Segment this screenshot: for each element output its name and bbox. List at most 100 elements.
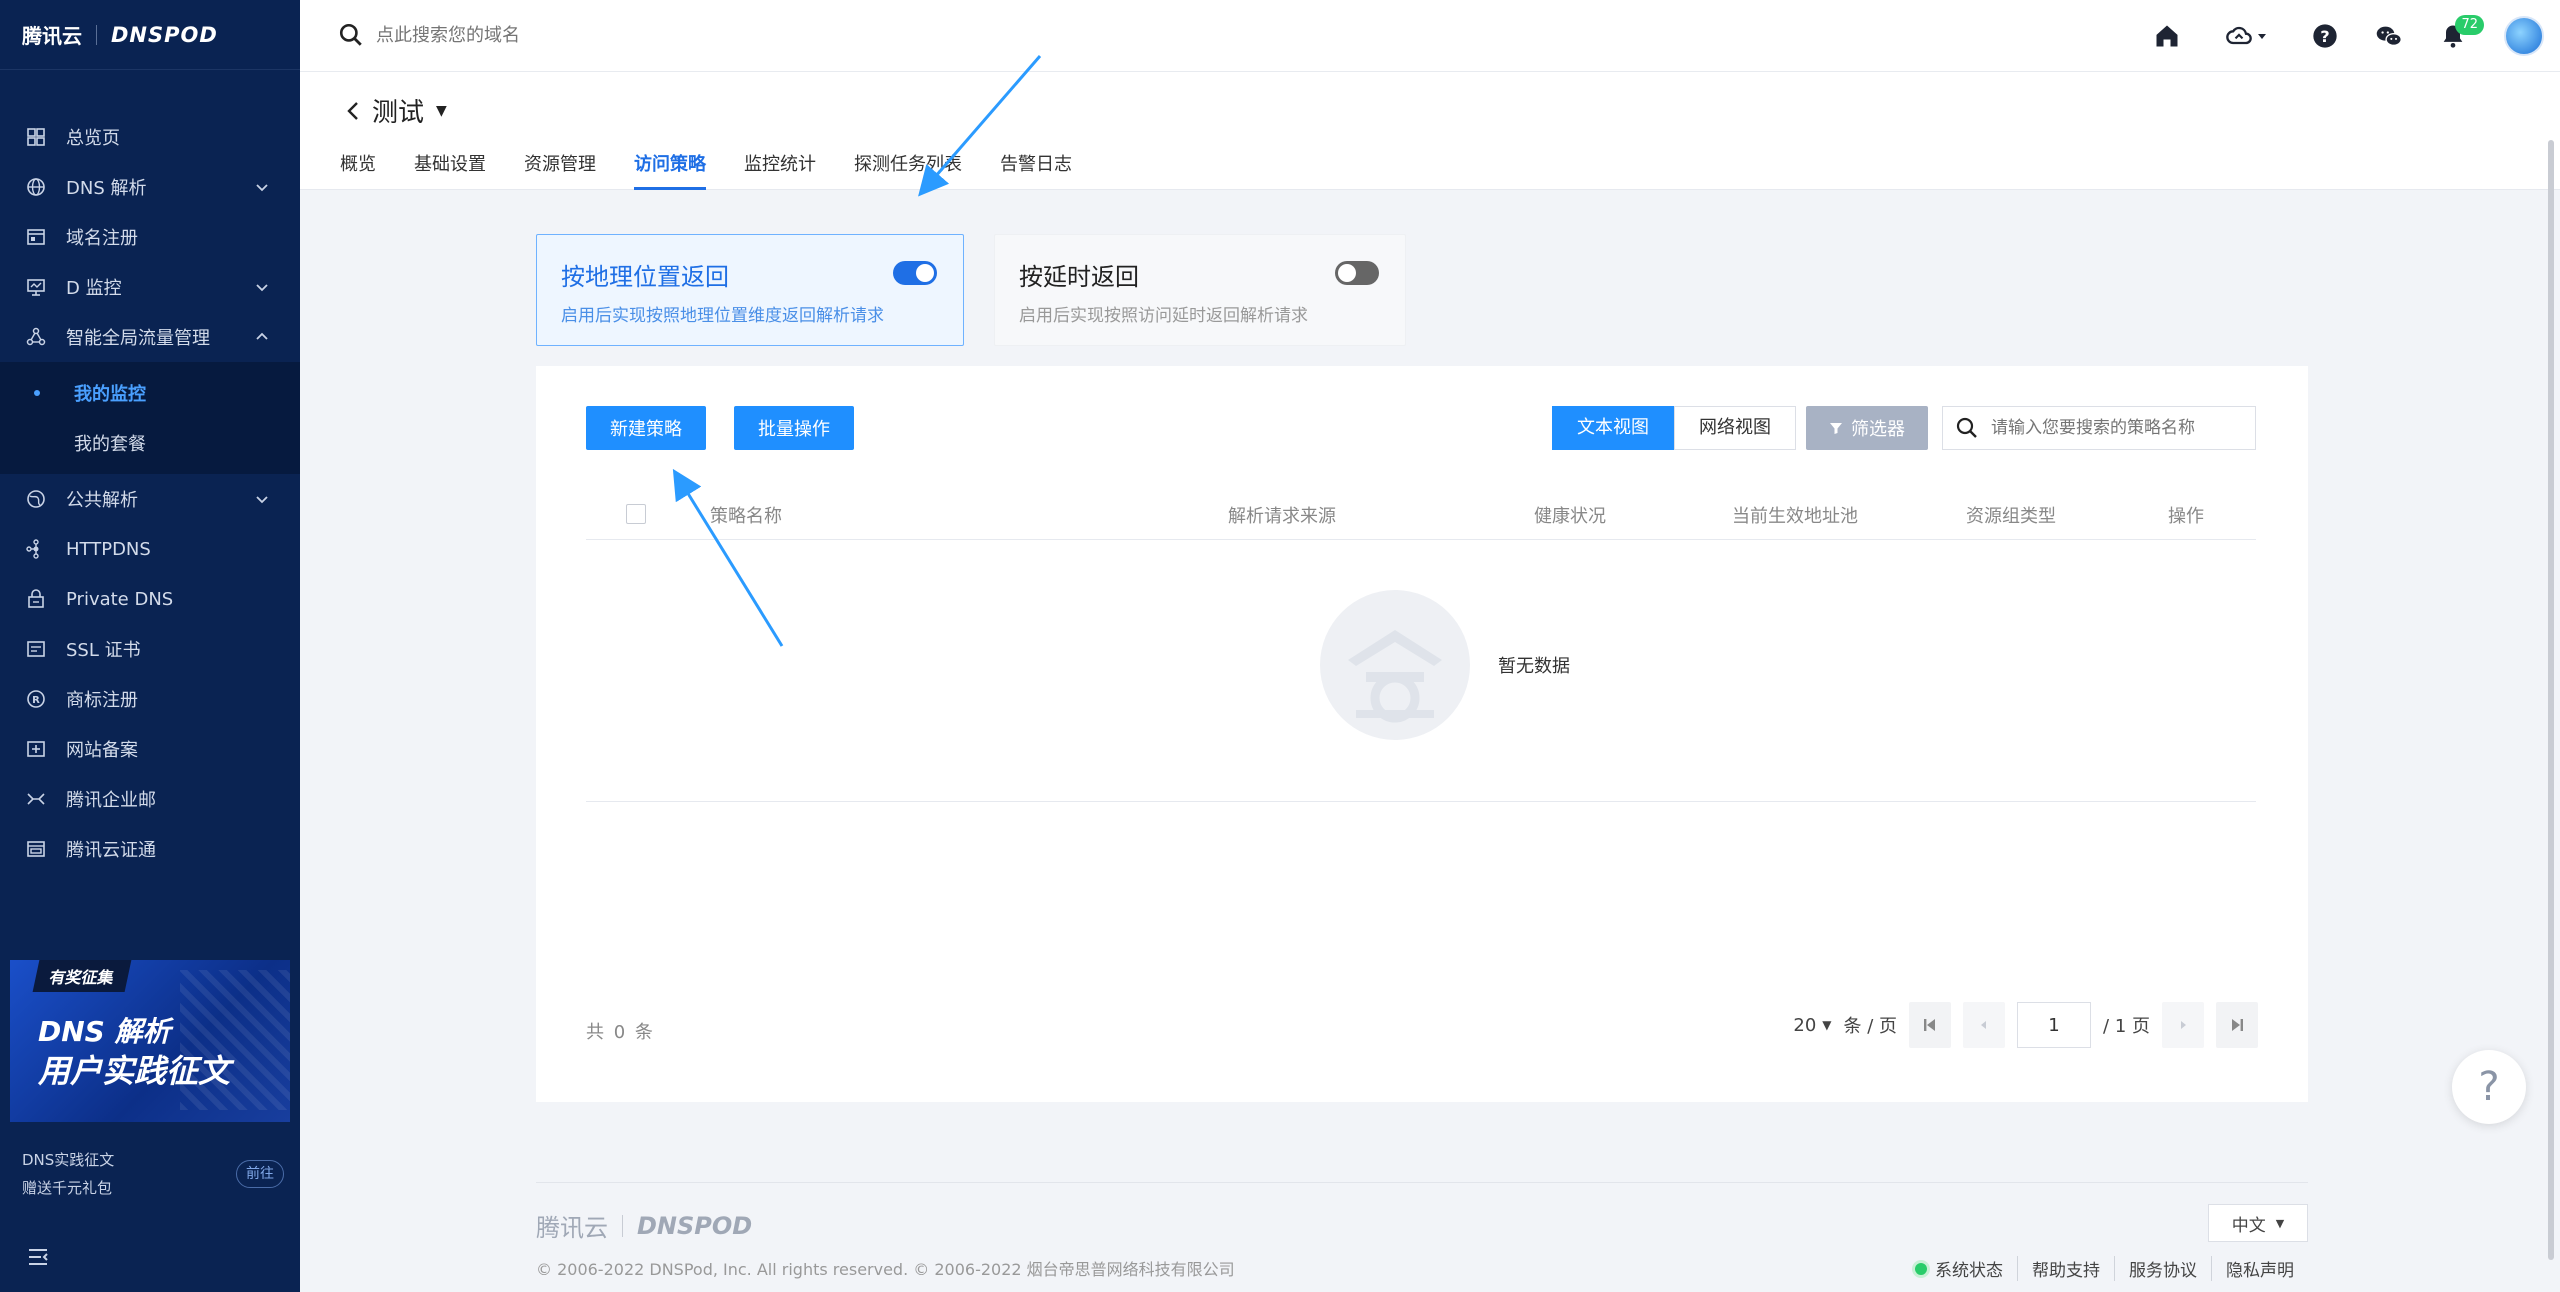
help-icon: ? bbox=[2313, 24, 2337, 48]
floating-help-button[interactable]: ? bbox=[2452, 1050, 2526, 1124]
prev-page-button[interactable] bbox=[1963, 1002, 2006, 1048]
footer-dnspod-logo: DNSPOD bbox=[637, 1211, 753, 1240]
tab-alert-log[interactable]: 告警日志 bbox=[1000, 150, 1072, 190]
footer-links: 系统状态 帮助支持 服务协议 隐私声明 bbox=[1901, 1256, 2308, 1281]
cloud-icon bbox=[2226, 26, 2252, 45]
sidebar-item-trademark[interactable]: R 商标注册 bbox=[0, 674, 300, 724]
column-active-pool: 当前生效地址池 bbox=[1732, 506, 1858, 527]
chevron-up-icon bbox=[256, 332, 268, 340]
brand-logo[interactable]: 腾讯云 DNSPOD bbox=[0, 0, 300, 70]
footer-logo-divider bbox=[622, 1214, 623, 1237]
copyright-text: © 2006-2022 DNSPod, Inc. All rights rese… bbox=[536, 1260, 1235, 1279]
promo-go-button[interactable]: 前往 bbox=[236, 1160, 284, 1188]
status-ok-icon bbox=[1915, 1262, 1927, 1275]
domain-icon bbox=[26, 227, 46, 247]
promo-banner[interactable]: 有奖征集 DNS 解析 用户实践征文 bbox=[10, 960, 290, 1122]
footer-link-terms[interactable]: 服务协议 bbox=[2114, 1256, 2211, 1281]
sidebar-item-overview[interactable]: 总览页 bbox=[0, 112, 300, 162]
sidebar-item-label: 域名注册 bbox=[66, 228, 138, 249]
sidebar-item-public-dns[interactable]: 公共解析 bbox=[0, 474, 300, 524]
next-page-button[interactable] bbox=[2162, 1002, 2204, 1048]
sidebar-item-domain[interactable]: 域名注册 bbox=[0, 212, 300, 262]
new-policy-button[interactable]: 新建策略 bbox=[586, 406, 706, 450]
notification-button[interactable]: 72 bbox=[2438, 15, 2484, 51]
policy-search-input[interactable] bbox=[1991, 418, 2241, 438]
toggle-knob bbox=[916, 264, 934, 282]
user-avatar-button[interactable] bbox=[2502, 14, 2546, 58]
home-button[interactable] bbox=[2152, 21, 2182, 51]
empty-data-icon bbox=[1320, 590, 1470, 740]
svg-text:?: ? bbox=[2320, 27, 2329, 46]
language-select[interactable]: 中文 ▼ bbox=[2208, 1204, 2308, 1242]
sidebar-item-traffic[interactable]: 智能全局流量管理 bbox=[0, 312, 300, 362]
footer-link-privacy[interactable]: 隐私声明 bbox=[2211, 1256, 2308, 1281]
sidebar-item-label: D 监控 bbox=[66, 278, 122, 299]
page-title-bar: 测试 ▼ bbox=[342, 92, 447, 129]
sidebar-item-httpdns[interactable]: HTTPDNS bbox=[0, 524, 300, 574]
domain-search[interactable] bbox=[338, 22, 776, 48]
sidebar-item-ssl[interactable]: SSL 证书 bbox=[0, 624, 300, 674]
sidebar-item-label: 公共解析 bbox=[66, 490, 138, 511]
cloud-menu-button[interactable] bbox=[2216, 21, 2276, 51]
title-dropdown-icon[interactable]: ▼ bbox=[436, 103, 447, 119]
geo-strategy-card[interactable]: 按地理位置返回 启用后实现按照地理位置维度返回解析请求 bbox=[536, 234, 964, 346]
footer-link-help[interactable]: 帮助支持 bbox=[2017, 1256, 2114, 1281]
filter-label: 筛选器 bbox=[1851, 419, 1905, 440]
promo-cta-line1: DNS实践征文 bbox=[22, 1151, 115, 1169]
sidebar-item-label: 总览页 bbox=[66, 128, 120, 149]
sidebar-item-my-monitor[interactable]: 我的监控 bbox=[0, 368, 300, 418]
sidebar-item-dns[interactable]: DNS 解析 bbox=[0, 162, 300, 212]
sidebar-item-my-package[interactable]: 我的套餐 bbox=[0, 418, 300, 468]
tab-resource-management[interactable]: 资源管理 bbox=[524, 150, 596, 190]
promo-title: DNS 解析 bbox=[38, 1015, 171, 1048]
back-icon[interactable] bbox=[342, 99, 366, 123]
view-switch: 文本视图 网络视图 bbox=[1552, 406, 1796, 450]
first-page-button[interactable] bbox=[1909, 1002, 1952, 1048]
home-icon bbox=[2156, 25, 2178, 47]
last-page-button[interactable] bbox=[2216, 1002, 2258, 1048]
footer-link-system-status[interactable]: 系统状态 bbox=[1901, 1256, 2017, 1281]
help-button[interactable]: ? bbox=[2310, 21, 2340, 51]
sidebar-item-private-dns[interactable]: Private DNS bbox=[0, 574, 300, 624]
policy-panel: 新建策略 批量操作 文本视图 网络视图 筛选器 策略名称 解析请求来源 健康状况… bbox=[536, 366, 2308, 1102]
domain-search-input[interactable] bbox=[376, 24, 776, 46]
column-resource-group-type: 资源组类型 bbox=[1966, 506, 2056, 527]
select-all-checkbox[interactable] bbox=[626, 504, 646, 524]
tab-basic-settings[interactable]: 基础设置 bbox=[414, 150, 486, 190]
network-view-button[interactable]: 网络视图 bbox=[1674, 406, 1796, 450]
sidebar-item-label: HTTPDNS bbox=[66, 538, 151, 560]
wechat-button[interactable] bbox=[2374, 21, 2404, 51]
sidebar-item-label: 网站备案 bbox=[66, 740, 138, 761]
tab-probe-tasks[interactable]: 探测任务列表 bbox=[854, 150, 962, 190]
tab-monitor-stats[interactable]: 监控统计 bbox=[744, 150, 816, 190]
sidebar-item-label: 商标注册 bbox=[66, 690, 138, 711]
icp-icon bbox=[26, 739, 46, 759]
sidebar-item-monitor[interactable]: D 监控 bbox=[0, 262, 300, 312]
latency-strategy-title: 按延时返回 bbox=[1019, 263, 1139, 291]
text-view-button[interactable]: 文本视图 bbox=[1552, 406, 1674, 450]
page-number-input[interactable] bbox=[2017, 1002, 2092, 1048]
sidebar-item-cert[interactable]: 腾讯云证通 bbox=[0, 824, 300, 874]
page-size-select[interactable]: 20 ▼ bbox=[1793, 1015, 1831, 1036]
batch-operation-button[interactable]: 批量操作 bbox=[734, 406, 854, 450]
geo-strategy-desc: 启用后实现按照地理位置维度返回解析请求 bbox=[561, 306, 884, 326]
prev-page-icon bbox=[1981, 1021, 1987, 1029]
collapse-menu-icon[interactable] bbox=[26, 1245, 50, 1269]
page-scrollbar[interactable] bbox=[2548, 140, 2554, 1260]
table-header: 策略名称 解析请求来源 健康状况 当前生效地址池 资源组类型 操作 bbox=[586, 486, 2256, 540]
geo-strategy-toggle[interactable] bbox=[893, 261, 937, 285]
latency-strategy-card[interactable]: 按延时返回 启用后实现按照访问延时返回解析请求 bbox=[994, 234, 1406, 346]
search-icon bbox=[1956, 417, 1977, 438]
public-dns-icon bbox=[26, 489, 46, 509]
search-icon bbox=[339, 23, 362, 46]
latency-strategy-toggle[interactable] bbox=[1335, 261, 1379, 285]
filter-button[interactable]: 筛选器 bbox=[1806, 406, 1928, 450]
footer-divider bbox=[536, 1182, 2308, 1183]
column-actions: 操作 bbox=[2168, 506, 2204, 527]
sidebar-item-mail[interactable]: 腾讯企业邮 bbox=[0, 774, 300, 824]
sidebar-item-label: 腾讯企业邮 bbox=[66, 790, 156, 811]
sidebar-item-icp[interactable]: 网站备案 bbox=[0, 724, 300, 774]
tab-access-policy[interactable]: 访问策略 bbox=[634, 150, 706, 190]
policy-search[interactable] bbox=[1942, 406, 2256, 450]
tab-overview[interactable]: 概览 bbox=[340, 150, 376, 190]
